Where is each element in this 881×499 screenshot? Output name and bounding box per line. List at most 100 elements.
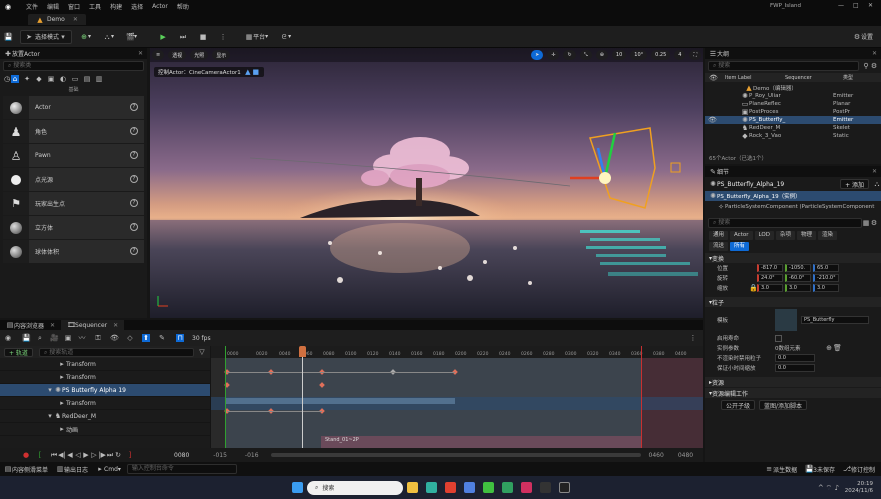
scale-x-field[interactable]: 3.0 xyxy=(757,284,783,292)
help-icon[interactable]: ? xyxy=(130,199,138,207)
add-track-button[interactable]: + 轨道 xyxy=(4,347,33,357)
blueprint-icon[interactable]: ⛬ xyxy=(873,180,881,188)
pen-icon[interactable]: ✎ xyxy=(158,334,166,342)
range-start-icon[interactable]: [ xyxy=(36,451,44,459)
filter-icon[interactable]: ⚲ xyxy=(862,62,870,70)
tab-streaming[interactable]: 流送 xyxy=(709,242,729,251)
add-icon[interactable]: ⊕ xyxy=(825,344,833,352)
help-icon[interactable]: ? xyxy=(130,103,138,111)
record-icon[interactable]: ● xyxy=(22,451,30,459)
tab-content-browser[interactable]: ▤ 内容浏览器 ✕ xyxy=(0,320,61,330)
scale-z-field[interactable]: 3.0 xyxy=(813,284,839,292)
outliner-row[interactable]: ♞ RedDeer_M Skelet xyxy=(705,124,881,132)
tab-all[interactable]: 所有 xyxy=(730,242,750,251)
minimize-button[interactable]: — xyxy=(838,2,844,9)
world-space-button[interactable]: ⊕ xyxy=(595,50,608,60)
menu-window[interactable]: 窗口 xyxy=(68,2,80,11)
grid-view-icon[interactable]: ▦ xyxy=(862,219,870,227)
auto-key-icon[interactable]: ⬆ xyxy=(142,334,150,342)
volumes-icon[interactable]: ▭ xyxy=(71,75,79,83)
save-icon[interactable]: 💾 xyxy=(22,334,31,342)
grid-snap-button[interactable]: 10 xyxy=(611,50,627,60)
select-tool-button[interactable]: ➤ xyxy=(531,50,544,60)
level-tab[interactable]: ▲ Demo ✕ xyxy=(28,14,86,25)
component-row[interactable]: ✧ ParticleSystemComponent (ParticleSystem… xyxy=(705,201,881,213)
app-icon[interactable] xyxy=(502,482,513,493)
actor-name[interactable]: PS_Butterfly_Alpha_19 xyxy=(717,181,784,188)
outliner-row[interactable]: ▲ Demo（编辑器） xyxy=(705,84,881,92)
lit-button[interactable]: 光照 xyxy=(190,50,209,60)
eye-icon[interactable]: 👁 xyxy=(708,116,717,124)
key-icon[interactable]: ⚿ xyxy=(94,334,102,342)
animation-section[interactable]: Stand_01~2P xyxy=(321,436,641,448)
play-reverse-icon[interactable]: ◁ xyxy=(74,451,82,459)
gear-icon[interactable]: ⚙ xyxy=(870,219,878,227)
menu-edit[interactable]: 编辑 xyxy=(47,2,59,11)
viewport-menu-button[interactable]: ≡ xyxy=(152,50,165,60)
section-bar[interactable] xyxy=(225,398,455,404)
help-icon[interactable]: ? xyxy=(130,127,138,135)
chrome-icon[interactable] xyxy=(445,482,456,493)
basic-icon[interactable]: ⌂ xyxy=(11,74,19,83)
range-end-field-2[interactable]: 0480 xyxy=(678,452,693,459)
curve-icon[interactable]: 〰 xyxy=(78,334,86,342)
scale-snap-button[interactable]: 0.25 xyxy=(651,50,671,60)
rotation-x-field[interactable]: 24.0° xyxy=(757,274,783,282)
particles-section[interactable]: ▾ 粒子 xyxy=(705,297,881,307)
collapse-icon[interactable]: ▾ xyxy=(46,386,54,394)
eye-icon[interactable]: 👁 xyxy=(709,74,718,82)
current-frame-field[interactable]: 0080 xyxy=(174,452,189,459)
platform-button[interactable]: ▦ 平台 ▾ xyxy=(241,30,272,44)
prev-key-icon[interactable]: ◀| xyxy=(58,451,66,459)
outliner-row-selected[interactable]: 👁 ✺ PS_Butterfly_ Emitter xyxy=(705,116,881,124)
tab-lod[interactable]: LOD xyxy=(754,231,774,240)
particle-value-field[interactable]: 0.0 xyxy=(775,354,815,362)
outliner-row[interactable]: ✺ P_Roy_Uliar Emitter xyxy=(705,92,881,100)
play-icon[interactable]: ▶ xyxy=(82,451,90,459)
transform-section[interactable]: ▾ 变换 xyxy=(705,253,881,263)
track-row-selected[interactable]: ▾ ✺ PS Butterfly Alpha 19 xyxy=(0,384,210,397)
rotation-y-field[interactable]: -60.0° xyxy=(785,274,811,282)
windows-start-icon[interactable] xyxy=(292,482,303,493)
outliner-row[interactable]: ▣ PostProces PostPr xyxy=(705,108,881,116)
wechat-icon[interactable] xyxy=(483,482,494,493)
menu-build[interactable]: 构建 xyxy=(110,2,122,11)
help-icon[interactable]: ? xyxy=(130,247,138,255)
network-icon[interactable]: ⌔ xyxy=(825,484,833,492)
menu-actor[interactable]: Actor xyxy=(152,3,168,10)
track-row[interactable]: ▾ ♞ RedDeer_M xyxy=(0,410,210,423)
start-frame-field[interactable]: -015 xyxy=(213,452,227,459)
menu-tools[interactable]: 工具 xyxy=(89,2,101,11)
all-classes-icon[interactable]: ▤ xyxy=(83,75,91,83)
menu-select[interactable]: 选择 xyxy=(131,2,143,11)
app-icon[interactable] xyxy=(464,482,475,493)
diamond-icon[interactable]: ◇ xyxy=(126,334,134,342)
epic-launcher-icon[interactable] xyxy=(540,482,551,493)
unreal-icon[interactable] xyxy=(559,482,570,493)
rotation-z-field[interactable]: -210.0° xyxy=(813,274,839,282)
step-button[interactable]: ⏭ xyxy=(175,30,191,44)
playhead[interactable] xyxy=(302,346,303,448)
prev-frame-icon[interactable]: ◀ xyxy=(66,451,74,459)
source-control-button[interactable]: ᘓ ▾ xyxy=(276,30,295,44)
rotate-tool-button[interactable]: ↻ xyxy=(563,50,576,60)
range-end-marker[interactable] xyxy=(641,346,642,448)
scale-tool-button[interactable]: ⤡ xyxy=(579,50,592,60)
clock[interactable]: 20:19 2024/11/6 xyxy=(845,481,873,495)
move-tool-button[interactable]: ✛ xyxy=(547,50,560,60)
help-icon[interactable]: ? xyxy=(130,223,138,231)
expand-icon[interactable]: ▸ xyxy=(58,373,66,381)
attach-section[interactable]: ▸ 资源 xyxy=(705,377,881,387)
maximize-button[interactable]: □ xyxy=(853,2,859,9)
unsaved-button[interactable]: 💾 3未保存 xyxy=(805,465,835,474)
camera-speed-button[interactable]: 4 xyxy=(674,50,686,60)
edge-icon[interactable] xyxy=(426,482,437,493)
perspective-button[interactable]: 透视 xyxy=(168,50,187,60)
app-icon[interactable] xyxy=(521,482,532,493)
next-frame-icon[interactable]: ▷ xyxy=(90,451,98,459)
expand-icon[interactable]: ▸ xyxy=(58,360,66,368)
output-log-button[interactable]: ▥ 输出日志 xyxy=(56,465,88,474)
filter-icon[interactable]: ▽ xyxy=(198,348,206,356)
more-icon[interactable]: ▥ xyxy=(95,75,103,83)
content-drawer-button[interactable]: ▤ 内容侧滑菜单 xyxy=(4,465,48,474)
